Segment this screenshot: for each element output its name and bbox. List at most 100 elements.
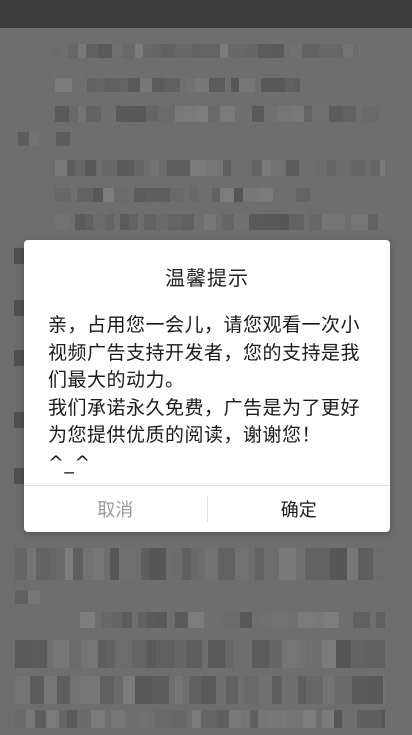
background-mosaic-tile bbox=[279, 188, 290, 202]
background-mosaic-tile bbox=[184, 106, 196, 122]
background-mosaic-tile bbox=[106, 640, 115, 668]
background-mosaic-tile bbox=[195, 78, 209, 92]
background-mosaic-tile bbox=[343, 106, 356, 122]
background-mosaic-tile bbox=[161, 44, 175, 58]
background-mosaic-tile bbox=[55, 160, 67, 176]
background-mosaic-tile bbox=[50, 44, 62, 58]
background-mosaic-tile bbox=[147, 640, 156, 668]
background-mosaic-tile bbox=[115, 640, 132, 668]
background-mosaic-tile bbox=[147, 612, 158, 628]
background-mosaic-tile bbox=[178, 160, 190, 176]
background-mosaic-tile bbox=[331, 44, 343, 58]
background-mosaic-tile bbox=[89, 640, 98, 668]
background-mosaic-tile bbox=[313, 612, 324, 628]
background-mosaic-tile bbox=[135, 676, 152, 704]
background-mosaic-tile bbox=[138, 612, 147, 628]
background-mosaic-tile bbox=[134, 188, 146, 202]
background-mosaic-tile bbox=[241, 710, 250, 728]
background-mosaic-tile bbox=[56, 132, 70, 146]
background-mosaic-tile bbox=[380, 160, 385, 176]
background-mosaic-tile bbox=[129, 214, 138, 230]
background-mosaic-tile bbox=[100, 676, 114, 704]
background-mosaic-tile bbox=[114, 676, 123, 704]
background-mosaic-tile bbox=[310, 188, 327, 202]
background-mosaic-tile bbox=[204, 214, 216, 230]
background-mosaic-tile bbox=[15, 710, 26, 728]
background-mosaic-tile bbox=[93, 548, 104, 580]
dialog-title: 温馨提示 bbox=[165, 266, 249, 290]
background-mosaic-tile bbox=[228, 44, 244, 58]
background-mosaic-tile bbox=[282, 676, 292, 704]
background-mosaic-tile bbox=[353, 612, 370, 628]
background-mosaic-tile bbox=[378, 214, 385, 230]
background-mosaic-tile bbox=[55, 188, 71, 202]
background-mosaic-tile bbox=[209, 78, 225, 92]
background-mosaic-tile bbox=[359, 44, 360, 58]
background-mosaic-tile bbox=[335, 676, 352, 704]
background-mosaic-tile bbox=[368, 214, 378, 230]
background-mosaic-tile bbox=[234, 188, 243, 202]
background-mosaic-tile bbox=[156, 640, 167, 668]
background-mosaic-tile bbox=[111, 710, 125, 728]
background-mosaic-tile bbox=[28, 590, 40, 604]
background-mosaic-tile bbox=[259, 676, 272, 704]
background-mosaic-tile bbox=[261, 78, 273, 92]
background-mosaic-tile bbox=[194, 214, 204, 230]
background-mosaic-tile bbox=[243, 188, 260, 202]
background-mosaic-tile bbox=[358, 548, 373, 580]
background-mosaic-tile bbox=[282, 640, 297, 668]
background-mosaic-tile bbox=[57, 676, 70, 704]
background-mosaic-tile bbox=[59, 710, 67, 728]
background-mosaic-tile bbox=[376, 612, 385, 628]
background-mosaic-tile bbox=[196, 106, 208, 122]
background-mosaic-tile bbox=[192, 44, 205, 58]
background-mosaic-tile bbox=[132, 640, 147, 668]
background-mosaic-tile bbox=[27, 548, 36, 580]
background-mosaic-tile bbox=[186, 640, 202, 668]
background-mosaic-tile bbox=[102, 160, 117, 176]
tips-dialog: 温馨提示 亲，占用您一会儿，请您观看一次小视频广告支持开发者，您的支持是我们最大… bbox=[24, 240, 390, 532]
background-mosaic-tile bbox=[322, 640, 336, 668]
background-mosaic-tile bbox=[373, 548, 385, 580]
background-mosaic-tile bbox=[330, 214, 345, 230]
cancel-button[interactable]: 取消 bbox=[24, 486, 207, 532]
background-mosaic-tile bbox=[262, 160, 271, 176]
background-mosaic-tile bbox=[150, 160, 159, 176]
background-mosaic-tile bbox=[72, 78, 87, 92]
background-mosaic-tile bbox=[220, 44, 228, 58]
background-mosaic-tile bbox=[134, 160, 144, 176]
background-mosaic-tile bbox=[175, 44, 192, 58]
background-mosaic-tile bbox=[14, 248, 24, 264]
background-mosaic-tile bbox=[116, 106, 127, 122]
background-mosaic-tile bbox=[128, 78, 140, 92]
background-mosaic-tile bbox=[192, 710, 201, 728]
dialog-footer: 取消 确定 bbox=[24, 485, 390, 532]
background-mosaic-tile bbox=[273, 78, 285, 92]
background-mosaic-tile bbox=[205, 548, 218, 580]
background-mosaic-tile bbox=[286, 160, 299, 176]
background-mosaic-tile bbox=[86, 106, 101, 122]
background-mosaic-tile bbox=[336, 640, 351, 668]
background-mosaic-tile bbox=[324, 612, 339, 628]
background-mosaic-tile bbox=[44, 676, 57, 704]
background-mosaic-tile bbox=[164, 78, 180, 92]
background-mosaic-tile bbox=[53, 640, 69, 668]
background-mosaic-tile bbox=[182, 548, 191, 580]
background-mosaic-tile bbox=[216, 676, 226, 704]
background-mosaic-tile bbox=[139, 710, 149, 728]
background-mosaic-tile bbox=[272, 676, 282, 704]
background-mosaic-tile bbox=[81, 640, 89, 668]
background-mosaic-tile bbox=[65, 548, 73, 580]
background-mosaic-tile bbox=[32, 640, 47, 668]
background-mosaic-tile bbox=[235, 548, 249, 580]
background-mosaic-tile bbox=[152, 78, 164, 92]
background-mosaic-tile bbox=[364, 640, 377, 668]
background-mosaic-tile bbox=[336, 160, 351, 176]
background-mosaic-tile bbox=[87, 78, 95, 92]
background-mosaic-tile bbox=[290, 44, 302, 58]
background-mosaic-tile bbox=[252, 160, 262, 176]
background-mosaic-tile bbox=[80, 612, 95, 628]
background-mosaic-tile bbox=[382, 710, 385, 728]
confirm-button[interactable]: 确定 bbox=[208, 486, 391, 532]
background-mosaic-tile bbox=[252, 106, 264, 122]
